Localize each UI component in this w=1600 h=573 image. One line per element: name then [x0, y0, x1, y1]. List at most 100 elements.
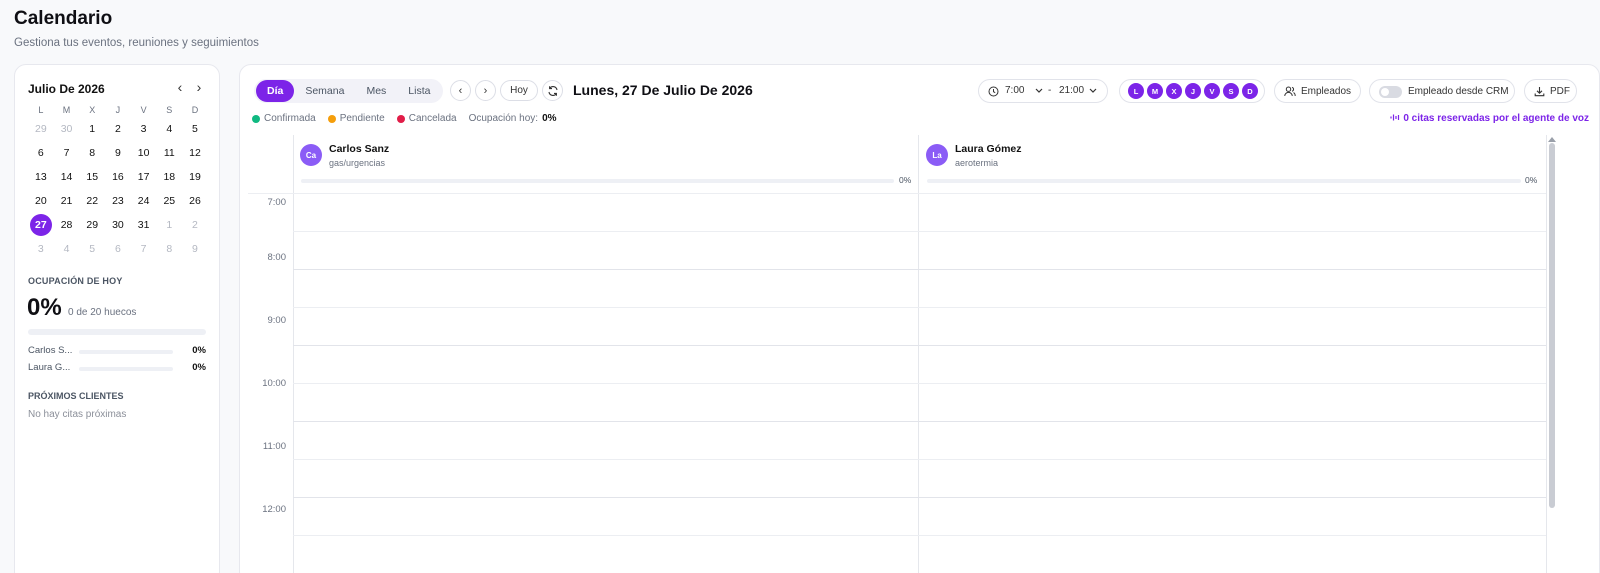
mini-calendar-day[interactable]: 30 — [54, 117, 80, 141]
refresh-button[interactable] — [542, 80, 563, 101]
mini-calendar-day[interactable]: 23 — [105, 189, 131, 213]
day-number: 18 — [163, 171, 176, 183]
employees-button[interactable]: Empleados — [1274, 79, 1361, 103]
day-chip-j[interactable]: J — [1185, 83, 1201, 99]
mini-calendar-day[interactable]: 1 — [156, 213, 182, 237]
mini-calendar-day[interactable]: 7 — [54, 141, 80, 165]
day-chip-v[interactable]: V — [1204, 83, 1220, 99]
mini-calendar-day[interactable]: 19 — [182, 165, 208, 189]
mini-calendar-day[interactable]: 31 — [131, 213, 157, 237]
resource-occupancy-bar — [927, 179, 1521, 183]
mini-calendar-day[interactable]: 5 — [182, 117, 208, 141]
mini-calendar-day[interactable]: 26 — [182, 189, 208, 213]
time-range-selector[interactable]: 7:00 - 21:00 — [978, 79, 1108, 103]
hour-label: 7:00 — [267, 197, 287, 208]
chevron-left-icon[interactable]: ‹ — [173, 79, 187, 95]
hour-label: 8:00 — [267, 252, 287, 263]
hour-label: 10:00 — [262, 378, 286, 389]
mini-calendar-day[interactable]: 1 — [79, 117, 105, 141]
time-from[interactable]: 7:00 — [1005, 85, 1024, 96]
employee-occupancy-pct: 0% — [192, 362, 206, 373]
pdf-export-button[interactable]: PDF — [1524, 79, 1577, 103]
mini-calendar-day[interactable]: 7 — [131, 237, 157, 261]
mini-calendar-day[interactable]: 29 — [28, 117, 54, 141]
weekday-header: D — [191, 105, 199, 115]
mini-calendar-day[interactable]: 16 — [105, 165, 131, 189]
mini-calendar-day[interactable]: 3 — [131, 117, 157, 141]
day-number: 1 — [166, 219, 173, 231]
day-number: 1 — [89, 123, 96, 135]
weekday-header: S — [166, 105, 173, 115]
mini-calendar-day[interactable]: 14 — [54, 165, 80, 189]
day-number: 16 — [112, 171, 124, 183]
mini-calendar-day[interactable]: 15 — [79, 165, 105, 189]
mini-calendar-day[interactable]: 9 — [182, 237, 208, 261]
grid-line — [293, 497, 1546, 498]
day-chip-d[interactable]: D — [1242, 83, 1258, 99]
mini-calendar-day[interactable]: 24 — [131, 189, 157, 213]
today-button[interactable]: Hoy — [500, 80, 538, 101]
mini-calendar-day[interactable]: 22 — [79, 189, 105, 213]
mini-calendar-day[interactable]: 28 — [54, 213, 80, 237]
time-separator: - — [1048, 85, 1052, 96]
day-chip-l[interactable]: L — [1128, 83, 1144, 99]
day-number: 4 — [166, 123, 173, 135]
day-number: 2 — [114, 123, 121, 135]
day-number: 24 — [137, 195, 150, 207]
day-chip-x[interactable]: X — [1166, 83, 1182, 99]
mini-calendar-day[interactable]: 29 — [79, 213, 105, 237]
mini-calendar-day[interactable]: 9 — [105, 141, 131, 165]
mini-calendar-day[interactable]: 3 — [28, 237, 54, 261]
resource-occupancy-pct: 0% — [1525, 175, 1538, 185]
tab-mes[interactable]: Mes — [355, 80, 397, 102]
next-day-button[interactable]: › — [475, 80, 496, 101]
mini-calendar-day[interactable]: 2 — [105, 117, 131, 141]
page-subtitle: Gestiona tus eventos, reuniones y seguim… — [14, 37, 259, 49]
mini-calendar-day[interactable]: 18 — [156, 165, 182, 189]
time-to[interactable]: 21:00 — [1059, 85, 1084, 96]
upcoming-clients-empty: No hay citas próximas — [28, 409, 127, 420]
mini-calendar-day-selected[interactable]: 27 — [28, 213, 54, 237]
vertical-scrollbar[interactable] — [1549, 143, 1555, 508]
prev-day-button[interactable]: ‹ — [450, 80, 471, 101]
day-number: 3 — [140, 123, 147, 135]
toggle-switch[interactable] — [1379, 86, 1402, 98]
mini-calendar-day[interactable]: 6 — [105, 237, 131, 261]
mini-calendar-day[interactable]: 10 — [131, 141, 157, 165]
mini-calendar-day[interactable]: 21 — [54, 189, 80, 213]
day-number: 25 — [163, 195, 176, 207]
mini-calendar-day[interactable]: 2 — [182, 213, 208, 237]
mini-calendar-day[interactable]: 17 — [131, 165, 157, 189]
mini-calendar-day[interactable]: 13 — [28, 165, 54, 189]
mini-calendar-day[interactable]: 8 — [156, 237, 182, 261]
day-chip-m[interactable]: M — [1147, 83, 1163, 99]
mini-calendar-day[interactable]: 11 — [156, 141, 182, 165]
scroll-up-arrow[interactable] — [1548, 137, 1556, 142]
legend-confirmada: Confirmada — [252, 113, 316, 124]
tab-dia[interactable]: Día — [256, 80, 295, 102]
day-number: 30 — [60, 123, 73, 135]
page-title: Calendario — [14, 8, 113, 29]
mini-calendar-day[interactable]: 8 — [79, 141, 105, 165]
tab-semana[interactable]: Semana — [294, 80, 355, 102]
mini-calendar-day[interactable]: 30 — [105, 213, 131, 237]
mini-calendar-day[interactable]: 20 — [28, 189, 54, 213]
resource-header-carlos[interactable]: Ca Carlos Sanz gas/urgencias 0% — [293, 135, 918, 193]
voice-agent-bookings[interactable]: 0 citas reservadas por el agente de voz — [1390, 113, 1589, 124]
occupancy-detail: 0 de 20 huecos — [68, 307, 137, 318]
mini-calendar-day[interactable]: 12 — [182, 141, 208, 165]
day-chip-s[interactable]: S — [1223, 83, 1239, 99]
employees-label: Empleados — [1301, 85, 1352, 97]
resource-header-laura[interactable]: La Laura Gómez aerotermia 0% — [919, 135, 1547, 193]
mini-calendar-day[interactable]: 5 — [79, 237, 105, 261]
mini-calendar-day[interactable]: 4 — [54, 237, 80, 261]
chevron-right-icon[interactable]: › — [192, 79, 206, 95]
day-number: 31 — [137, 219, 150, 231]
tab-lista[interactable]: Lista — [397, 80, 441, 102]
resource-name: Laura Gómez — [955, 143, 1022, 155]
mini-calendar-day[interactable]: 25 — [156, 189, 182, 213]
crm-employee-toggle[interactable]: Empleado desde CRM — [1369, 79, 1515, 103]
mini-calendar-day[interactable]: 6 — [28, 141, 54, 165]
day-number: 10 — [137, 147, 150, 159]
mini-calendar-day[interactable]: 4 — [156, 117, 182, 141]
